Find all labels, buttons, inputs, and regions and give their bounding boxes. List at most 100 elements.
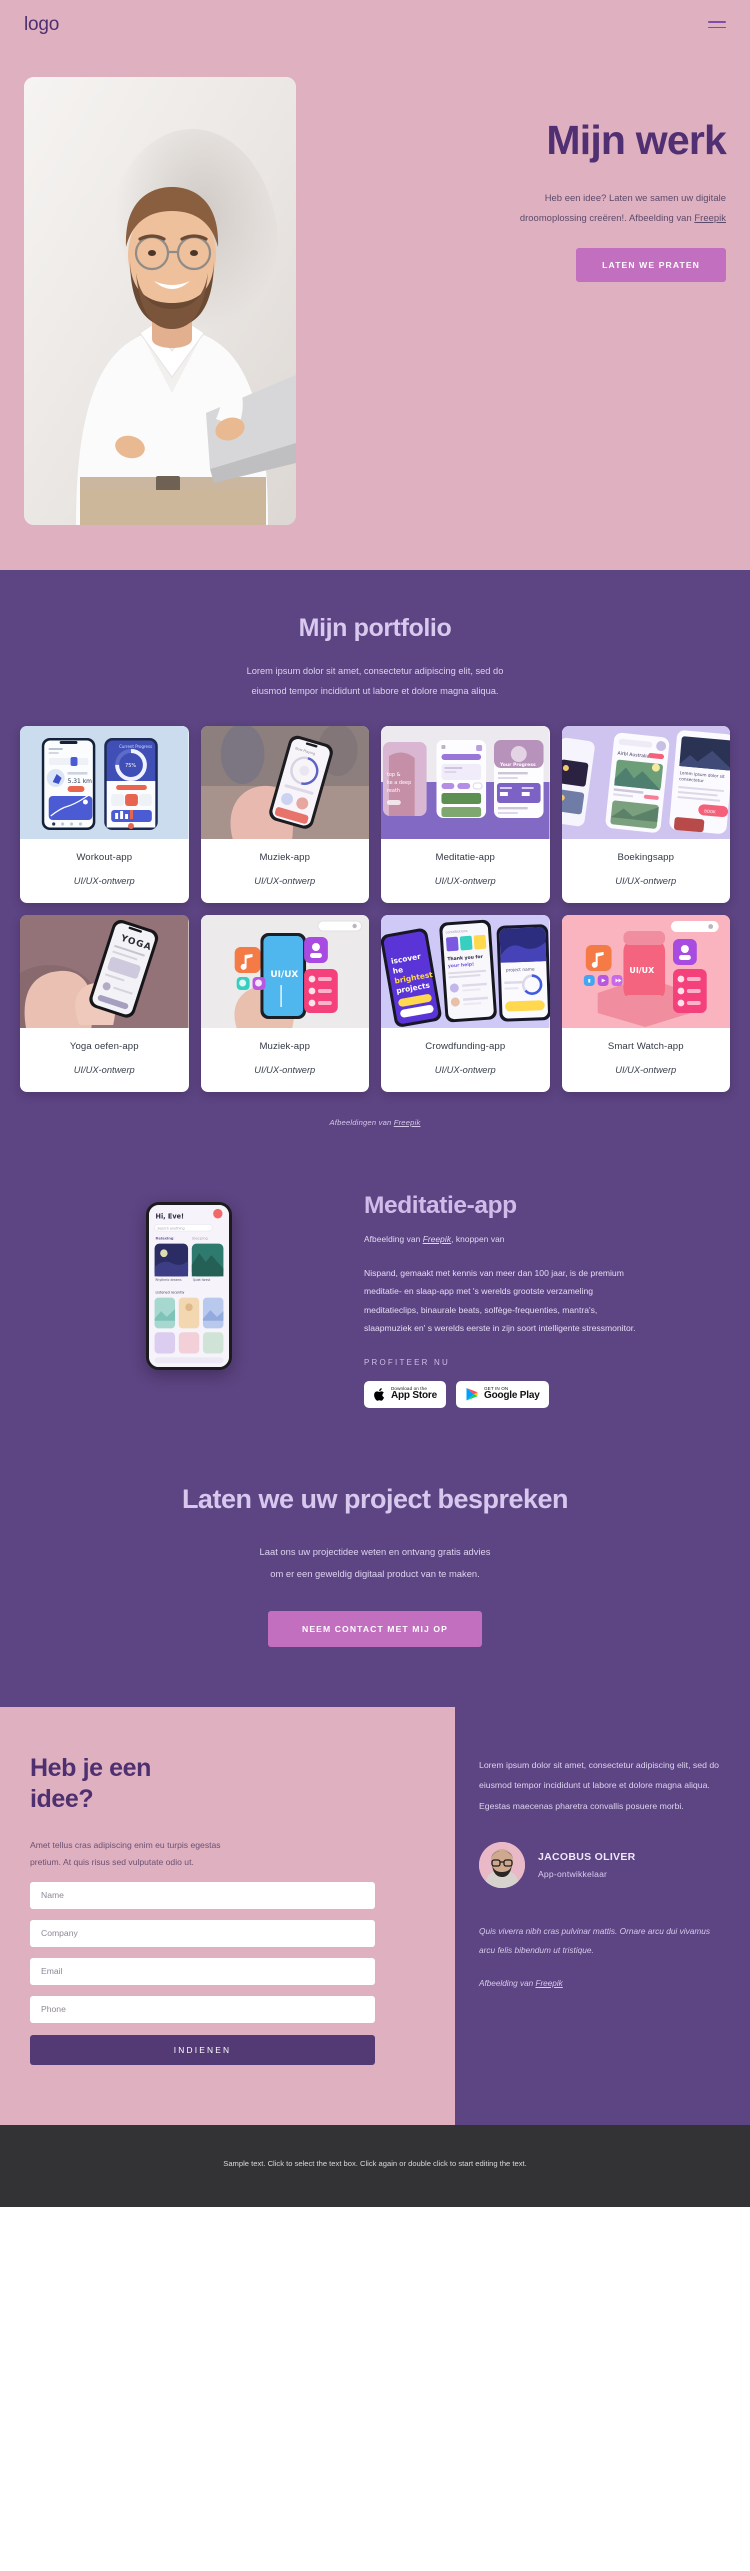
card-subtitle: UI/UX-ontwerp bbox=[73, 1064, 135, 1075]
portfolio-card[interactable]: 5.31 km Current Progress 75% Workout-app… bbox=[20, 725, 189, 903]
card-thumbnail-yoga: YOGA bbox=[20, 914, 189, 1028]
testimonial-role: App-ontwikkelaar bbox=[538, 1869, 608, 1880]
svg-text:Listened recently: Listened recently bbox=[156, 1291, 185, 1295]
card-title: Workout-app bbox=[76, 851, 133, 863]
logo[interactable]: logo bbox=[24, 14, 59, 36]
portfolio-card[interactable]: top & ke a deep reath Your Progress Medi… bbox=[381, 725, 550, 903]
card-thumbnail-music: Now Playing bbox=[200, 725, 369, 839]
freepik-link-meditatie[interactable]: Freepik bbox=[423, 1234, 451, 1244]
svg-text:Hi, Eve!: Hi, Eve! bbox=[156, 1212, 184, 1220]
footer-text[interactable]: Sample text. Click to select the text bo… bbox=[210, 2157, 540, 2171]
card-title: Smart Watch-app bbox=[607, 1040, 684, 1052]
testimonial-credit: Afbeelding van Freepik bbox=[479, 1979, 726, 1988]
contact-form-panel: Heb je een idee? Amet tellus cras adipis… bbox=[0, 1706, 455, 2125]
contact-paragraph: Amet tellus cras adipiscing enim eu turp… bbox=[30, 1840, 221, 1868]
contact-me-button[interactable]: NEEM CONTACT MET MIJ OP bbox=[268, 1610, 482, 1647]
google-play-icon bbox=[466, 1387, 478, 1401]
lets-talk-button[interactable]: LATEN WE PRATEN bbox=[576, 247, 726, 282]
portfolio-card[interactable]: Airbl Australia Lorem ipsum dolor sit co… bbox=[561, 725, 730, 903]
email-field-wrapper[interactable] bbox=[30, 1957, 375, 1985]
svg-text:top &: top & bbox=[387, 772, 401, 778]
hero-section: Mijn werk Heb een idee? Laten we samen u… bbox=[0, 49, 750, 570]
phone-field-wrapper[interactable] bbox=[30, 1995, 375, 2023]
card-title: Meditatie-app bbox=[435, 851, 495, 863]
portfolio-subtitle: Lorem ipsum dolor sit amet, consectetur … bbox=[20, 661, 730, 702]
svg-text:Quiet forest: Quiet forest bbox=[193, 1278, 211, 1282]
meditatie-phone-column: Hi, Eve! Search anything Relaxing Sleepi… bbox=[24, 1192, 354, 1370]
app-store-big-text: App Store bbox=[391, 1390, 437, 1402]
portfolio-card[interactable]: iscover he brightest projects contributi… bbox=[381, 914, 550, 1092]
testimonial-author: JACOBUS OLIVER App-ontwikkelaar bbox=[479, 1842, 726, 1889]
site-footer: Sample text. Click to select the text bo… bbox=[0, 2124, 750, 2208]
site-header: logo bbox=[0, 0, 750, 49]
hero-subtitle: Heb een idee? Laten we samen uw digitale… bbox=[318, 188, 726, 228]
svg-text:project name: project name bbox=[506, 966, 535, 973]
company-input[interactable] bbox=[41, 1928, 364, 1939]
contact-split-section: Heb je een idee? Amet tellus cras adipis… bbox=[0, 1706, 750, 2125]
svg-text:reath: reath bbox=[387, 788, 400, 794]
svg-text:UI/UX: UI/UX bbox=[629, 966, 654, 975]
freepik-link-portfolio[interactable]: Freepik bbox=[394, 1118, 421, 1127]
google-play-button[interactable]: GET IN ON Google Play bbox=[455, 1380, 549, 1408]
testimonial-paragraph: Lorem ipsum dolor sit amet, consectetur … bbox=[479, 1759, 719, 1811]
name-input[interactable] bbox=[41, 1890, 364, 1901]
card-subtitle: UI/UX-ontwerp bbox=[434, 1064, 496, 1075]
hero-subtitle-line2: droomoplossing creëren!. Afbeelding van bbox=[519, 211, 695, 223]
svg-text:BOOK: BOOK bbox=[704, 808, 716, 814]
cta-subtitle-line1: Laat ons uw projectidee weten en ontvang… bbox=[259, 1545, 491, 1557]
portfolio-card[interactable]: Now Playing Muziek-app UI/UX-ontwerp bbox=[200, 725, 369, 903]
card-thumbnail-booking: Airbl Australia Lorem ipsum dolor sit co… bbox=[561, 725, 730, 839]
portfolio-credit: Afbeeldingen van Freepik bbox=[20, 1118, 730, 1127]
meditatie-profit-label: PROFITEER NU bbox=[364, 1357, 450, 1367]
portfolio-card[interactable]: YOGA Yoga oefen-app UI/UX-ontwerp bbox=[20, 914, 189, 1092]
portfolio-subtitle-line2: eiusmod tempor incididunt ut labore et d… bbox=[251, 686, 499, 697]
email-input[interactable] bbox=[41, 1966, 364, 1977]
google-play-label: GET IN ON Google Play bbox=[484, 1386, 540, 1402]
card-thumbnail-music2: UI/UX bbox=[200, 914, 369, 1028]
submit-button[interactable]: INDIENEN bbox=[30, 2034, 375, 2065]
meditatie-credit-prefix: Afbeelding van bbox=[364, 1233, 423, 1244]
portfolio-subtitle-line1: Lorem ipsum dolor sit amet, consectetur … bbox=[246, 666, 504, 676]
svg-text:Rhythmic dreams: Rhythmic dreams bbox=[156, 1278, 183, 1282]
meditatie-body: Nispand, gemaakt met kennis van meer dan… bbox=[364, 1267, 636, 1334]
card-thumbnail-workout: 5.31 km Current Progress 75% bbox=[20, 725, 189, 839]
card-thumbnail-smartwatch: UI/UX bbox=[561, 914, 730, 1028]
hero-photo bbox=[24, 77, 296, 525]
card-subtitle: UI/UX-ontwerp bbox=[615, 875, 677, 886]
app-store-button[interactable]: Download on the App Store bbox=[364, 1380, 446, 1408]
phone-mockup: Hi, Eve! Search anything Relaxing Sleepi… bbox=[146, 1201, 232, 1370]
card-thumbnail-crowdfunding: iscover he brightest projects contributi… bbox=[381, 914, 550, 1028]
cta-section: Laten we uw project bespreken Laat ons u… bbox=[0, 1457, 750, 1707]
svg-text:Current Progress: Current Progress bbox=[119, 744, 152, 749]
meditatie-app-section: Hi, Eve! Search anything Relaxing Sleepi… bbox=[0, 1136, 750, 1458]
portfolio-title: Mijn portfolio bbox=[298, 614, 452, 642]
app-store-buttons: Download on the App Store GET IN ON Goog… bbox=[364, 1380, 726, 1408]
page-title: Mijn werk bbox=[546, 117, 726, 163]
svg-text:75%: 75% bbox=[125, 763, 136, 769]
freepik-link-testimonial[interactable]: Freepik bbox=[535, 1979, 562, 1988]
portfolio-card[interactable]: UI/UX Smart Watch-app UI/UX-ontwerp bbox=[561, 914, 730, 1092]
card-thumbnail-meditation: top & ke a deep reath Your Progress bbox=[381, 725, 550, 839]
svg-text:Sleeping: Sleeping bbox=[192, 1236, 209, 1241]
portfolio-grid: 5.31 km Current Progress 75% Workout-app… bbox=[20, 725, 730, 1092]
hamburger-menu-icon[interactable] bbox=[708, 20, 726, 29]
meditatie-text-column: Meditatie-app Afbeelding van Freepik, kn… bbox=[354, 1192, 726, 1408]
name-field-wrapper[interactable] bbox=[30, 1881, 375, 1909]
card-title: Muziek-app bbox=[259, 1040, 311, 1052]
card-title: Crowdfunding-app bbox=[425, 1040, 506, 1052]
card-subtitle: UI/UX-ontwerp bbox=[254, 1064, 316, 1075]
portfolio-section: Mijn portfolio Lorem ipsum dolor sit ame… bbox=[0, 570, 750, 1137]
portfolio-card[interactable]: UI/UX Muziek-app UI/UX-ontwerp bbox=[200, 914, 369, 1092]
card-subtitle: UI/UX-ontwerp bbox=[73, 875, 135, 886]
card-title: Muziek-app bbox=[259, 851, 311, 863]
burger-line bbox=[708, 26, 726, 29]
card-subtitle: UI/UX-ontwerp bbox=[434, 875, 496, 886]
freepik-link-hero[interactable]: Freepik bbox=[694, 212, 726, 223]
contact-title: Heb je een idee? bbox=[30, 1753, 152, 1814]
phone-input[interactable] bbox=[41, 2004, 364, 2015]
hero-subtitle-line1: Heb een idee? Laten we samen uw digitale bbox=[544, 192, 726, 204]
card-subtitle: UI/UX-ontwerp bbox=[615, 1064, 677, 1075]
company-field-wrapper[interactable] bbox=[30, 1919, 375, 1947]
app-store-label: Download on the App Store bbox=[391, 1386, 437, 1402]
testimonial-author-info: JACOBUS OLIVER App-ontwikkelaar bbox=[538, 1851, 636, 1879]
